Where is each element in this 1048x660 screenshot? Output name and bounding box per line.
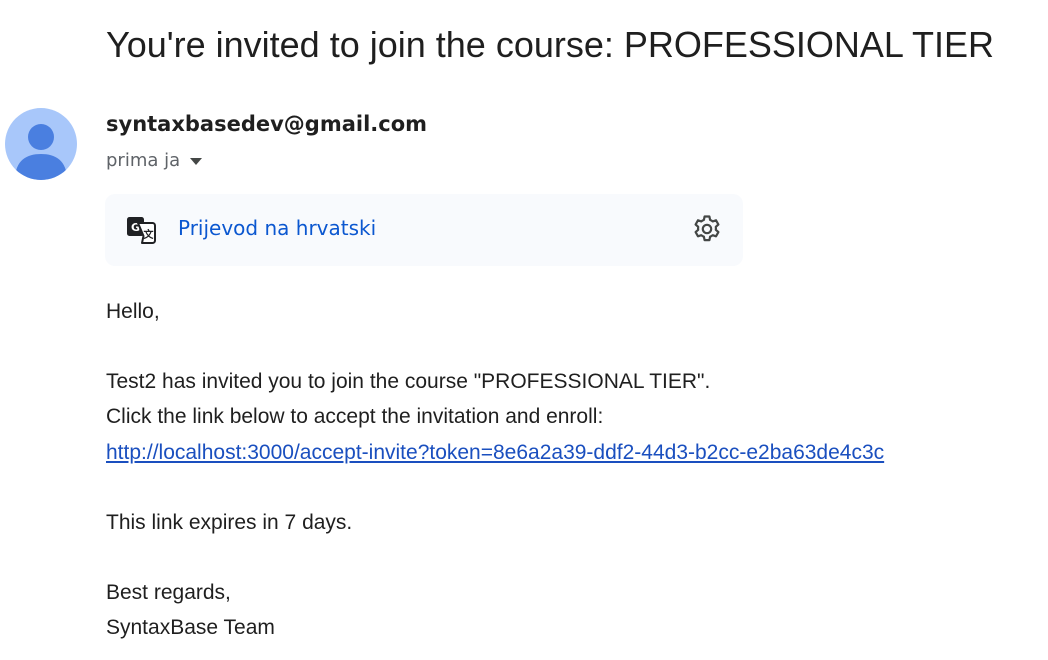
signature-text: SyntaxBase Team — [106, 616, 275, 639]
person-icon — [15, 124, 67, 180]
instruction-text: Click the link below to accept the invit… — [106, 405, 604, 428]
translate-link[interactable]: Prijevod na hrvatski — [178, 216, 376, 240]
recipient-line[interactable]: prima ja — [106, 150, 203, 171]
gear-icon[interactable] — [691, 213, 723, 245]
invite-text: Test2 has invited you to join the course… — [106, 370, 711, 393]
svg-text:文: 文 — [144, 228, 155, 241]
accept-invite-link[interactable]: http://localhost:3000/accept-invite?toke… — [106, 441, 884, 465]
closing-text: Best regards, — [106, 581, 231, 604]
greeting-text: Hello, — [106, 300, 160, 323]
translate-bar: G 文 Prijevod na hrvatski — [105, 194, 743, 266]
recipient-label: prima ja — [106, 150, 181, 171]
google-translate-icon: G 文 — [127, 217, 156, 244]
expiry-text: This link expires in 7 days. — [106, 511, 353, 534]
caret-down-icon[interactable] — [190, 158, 203, 165]
email-subject: You're invited to join the course: PROFE… — [106, 24, 994, 65]
sender-avatar[interactable] — [5, 108, 77, 180]
sender-email[interactable]: syntaxbasedev@gmail.com — [106, 112, 427, 136]
